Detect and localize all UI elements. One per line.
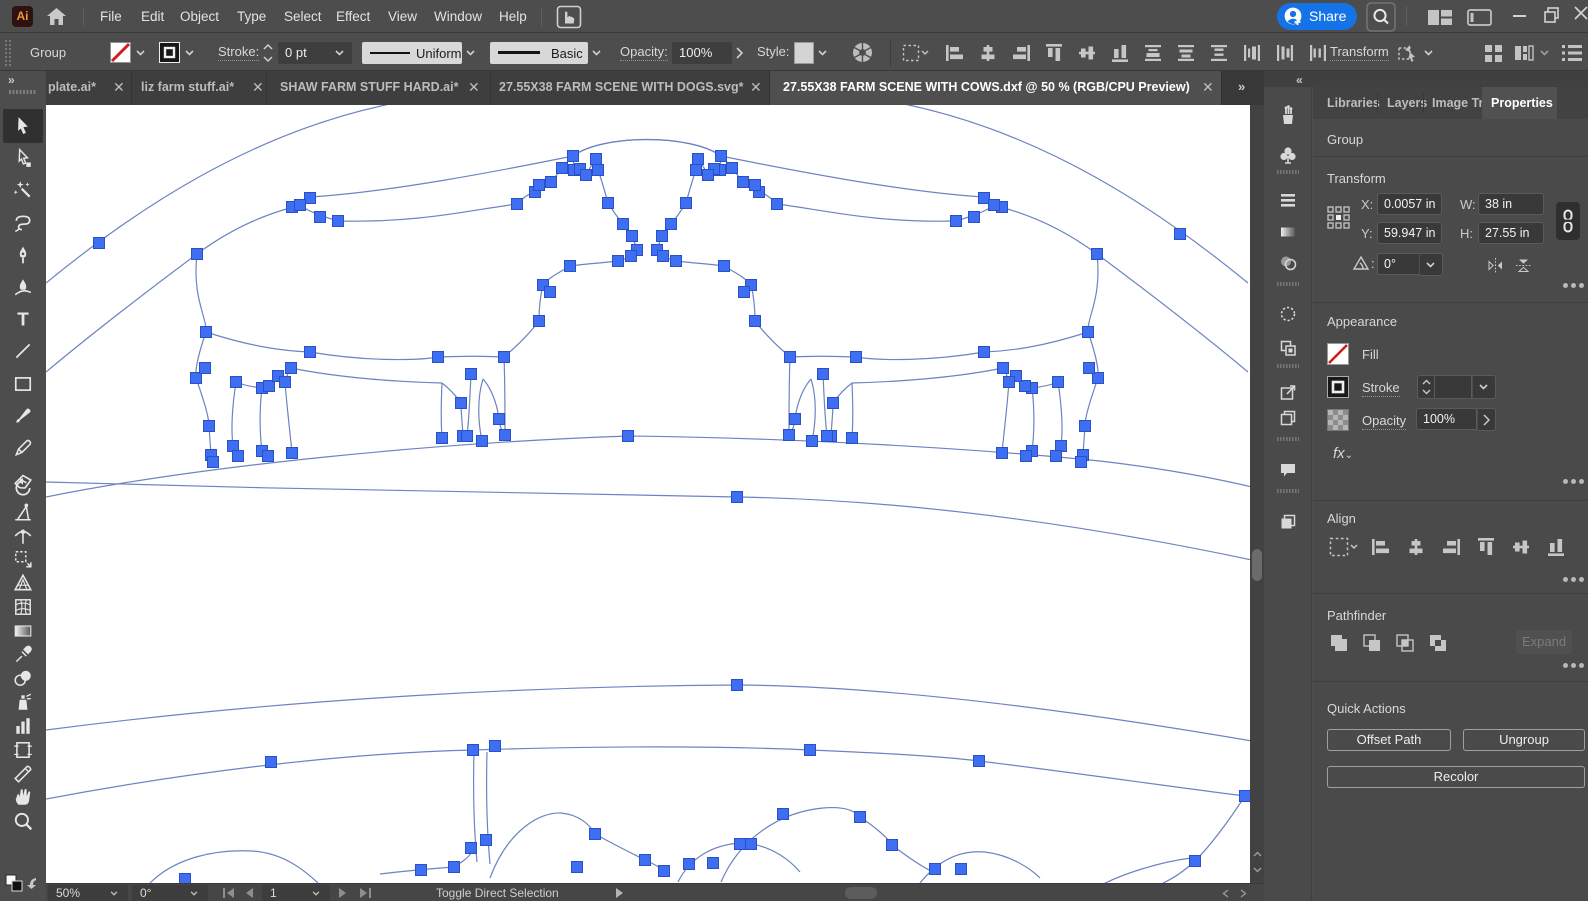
svg-text:T: T [17,310,29,329]
